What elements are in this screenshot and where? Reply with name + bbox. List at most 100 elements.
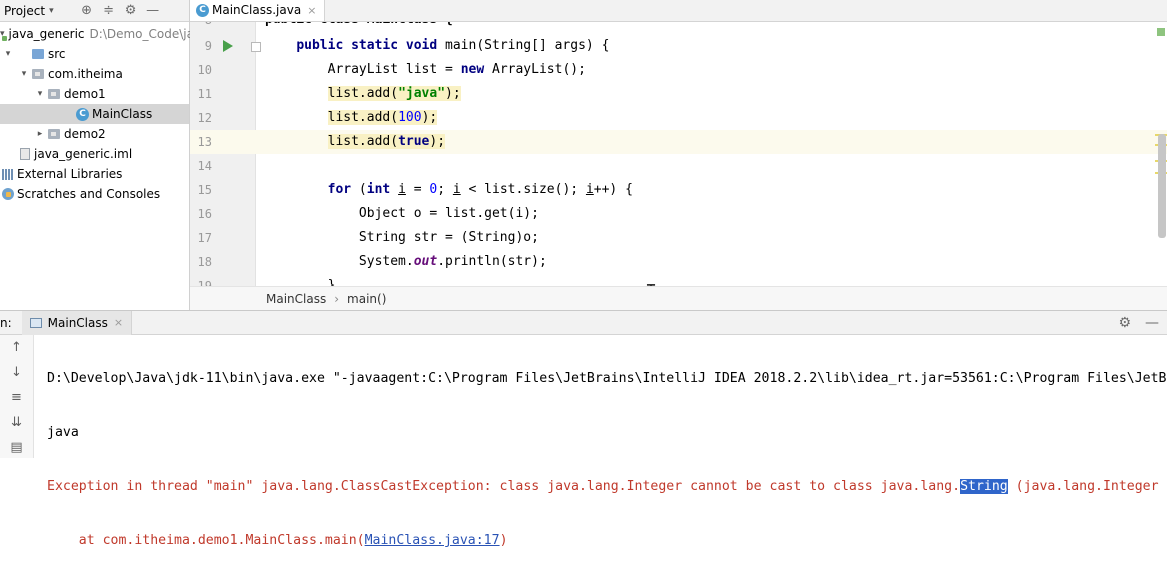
tree-item-label: java_generic.iml bbox=[34, 147, 133, 161]
code-line-17[interactable]: 17 String str = (String)o; bbox=[190, 226, 1167, 250]
run-panel: n: MainClass × ⚙ — ↑ ↓ ≡ ⇊ ▤ D:\Develop\… bbox=[0, 310, 1167, 548]
line-number: 12 bbox=[197, 111, 212, 125]
library-icon bbox=[2, 168, 14, 180]
run-config-icon bbox=[29, 317, 42, 328]
tree-item-label: demo1 bbox=[64, 87, 106, 101]
package-icon bbox=[48, 89, 60, 99]
tree-item-label: java_generic bbox=[8, 27, 85, 41]
up-arrow-icon[interactable]: ↑ bbox=[0, 335, 33, 360]
tree-item-label: src bbox=[48, 47, 66, 61]
code-line-14[interactable]: 14 bbox=[190, 154, 1167, 178]
code-line-13[interactable]: 13 list.add(true); bbox=[190, 130, 1167, 154]
run-panel-title: n: bbox=[0, 315, 12, 330]
tree-item-com-itheima[interactable]: ▾ com.itheima bbox=[0, 64, 189, 84]
run-tab-label: MainClass bbox=[47, 315, 108, 330]
gear-icon[interactable]: ⚙ bbox=[120, 3, 142, 18]
line-number: 18 bbox=[197, 255, 212, 269]
line-number: 19 bbox=[197, 279, 212, 286]
tab-label: MainClass.java bbox=[212, 3, 302, 17]
code-line-9[interactable]: 9 public static void main(String[] args)… bbox=[190, 34, 1167, 58]
run-panel-actions: ⚙ — bbox=[1104, 311, 1159, 335]
tree-item-scratches[interactable]: Scratches and Consoles bbox=[0, 184, 189, 204]
tree-item-label: Scratches and Consoles bbox=[17, 187, 161, 201]
tree-item-demo1[interactable]: ▾ demo1 bbox=[0, 84, 189, 104]
code-editor: C MainClass.java × 8 public class MainCl… bbox=[190, 0, 1167, 310]
run-panel-header: n: MainClass × ⚙ — bbox=[0, 310, 1167, 335]
tab-mainclass-java[interactable]: C MainClass.java × bbox=[190, 0, 326, 21]
code-text: list.add(100); bbox=[327, 110, 438, 125]
package-icon bbox=[48, 129, 60, 139]
iml-file-icon bbox=[20, 148, 30, 160]
fold-icon[interactable] bbox=[251, 42, 261, 52]
package-icon bbox=[32, 69, 44, 79]
chevron-down-icon[interactable]: ▾ bbox=[49, 6, 54, 16]
console-output-line: java bbox=[47, 425, 79, 440]
console-output[interactable]: D:\Develop\Java\jdk-11\bin\java.exe "-ja… bbox=[47, 337, 1167, 583]
tree-item-src[interactable]: ▾ src bbox=[0, 44, 189, 64]
close-icon[interactable]: × bbox=[114, 316, 123, 329]
close-icon[interactable]: × bbox=[307, 4, 316, 17]
run-toolbar: ↑ ↓ ≡ ⇊ ▤ bbox=[0, 335, 34, 458]
line-number: 16 bbox=[197, 207, 212, 221]
tree-item-mainclass[interactable]: C MainClass bbox=[0, 104, 189, 124]
code-line-16[interactable]: 16 Object o = list.get(i); bbox=[190, 202, 1167, 226]
hide-panel-icon[interactable]: — bbox=[1145, 315, 1159, 331]
tree-item-label: MainClass bbox=[92, 107, 153, 121]
tree-item-label: demo2 bbox=[64, 127, 106, 141]
tree-item-label: com.itheima bbox=[48, 67, 123, 81]
breadcrumb: MainClass › main() bbox=[190, 286, 1167, 310]
java-class-icon: C bbox=[196, 3, 209, 17]
scratches-icon bbox=[2, 188, 14, 200]
editor-scrollbar[interactable] bbox=[1158, 134, 1166, 238]
code-line-12[interactable]: 12 list.add(100); bbox=[190, 106, 1167, 130]
line-number: 10 bbox=[197, 63, 212, 77]
collapse-all-icon[interactable]: ≑ bbox=[98, 3, 120, 18]
tree-item-iml[interactable]: java_generic.iml bbox=[0, 144, 189, 164]
chevron-down-icon[interactable]: ▾ bbox=[0, 49, 16, 59]
code-text: Object o = list.get(i); bbox=[358, 206, 539, 221]
code-line-11[interactable]: 11 list.add("java"); bbox=[190, 82, 1167, 106]
console-command-line: D:\Develop\Java\jdk-11\bin\java.exe "-ja… bbox=[47, 371, 1167, 386]
code-text: list.add("java"); bbox=[327, 86, 461, 101]
locate-icon[interactable]: ⊕ bbox=[76, 3, 98, 18]
project-view-selector[interactable]: Project bbox=[4, 4, 45, 18]
code-line-10[interactable]: 10 ArrayList list = new ArrayList(); bbox=[190, 58, 1167, 82]
source-folder-icon bbox=[32, 49, 44, 59]
chevron-down-icon[interactable]: ▾ bbox=[32, 89, 48, 99]
project-panel-header: Project ▾ ⊕ ≑ ⚙ — bbox=[0, 0, 189, 22]
code-line-8[interactable]: 8 public class MainClass { bbox=[190, 22, 1167, 32]
chevron-right-icon: › bbox=[334, 291, 340, 306]
code-line-18[interactable]: 18 System.out.println(str); bbox=[190, 250, 1167, 274]
stacktrace-link[interactable]: MainClass.java:17 bbox=[365, 533, 500, 548]
scroll-to-end-icon[interactable]: ⇊ bbox=[0, 410, 33, 435]
chevron-right-icon[interactable]: ▸ bbox=[32, 129, 48, 139]
tree-item-label: External Libraries bbox=[17, 167, 123, 181]
console-exception-line: Exception in thread "main" java.lang.Cla… bbox=[47, 479, 1167, 494]
java-class-icon: C bbox=[76, 107, 89, 121]
code-line-15[interactable]: 15 for (int i = 0; i < list.size(); i++)… bbox=[190, 178, 1167, 202]
code-area[interactable]: 8 public class MainClass { 9 public stat… bbox=[190, 22, 1167, 286]
console-stack-line: at com.itheima.demo1.MainClass.main(Main… bbox=[47, 533, 508, 548]
tree-item-external-libraries[interactable]: External Libraries bbox=[0, 164, 189, 184]
code-line-19[interactable]: 19 } bbox=[190, 274, 1167, 286]
line-number: 11 bbox=[197, 87, 212, 101]
soft-wrap-icon[interactable]: ≡ bbox=[0, 385, 33, 410]
line-number: 17 bbox=[197, 231, 212, 245]
print-icon[interactable]: ▤ bbox=[0, 435, 33, 460]
gear-icon[interactable]: ⚙ bbox=[1118, 315, 1131, 331]
run-icon[interactable] bbox=[223, 40, 233, 52]
project-panel: Project ▾ ⊕ ≑ ⚙ — ▾ java_generic D:\Demo… bbox=[0, 0, 194, 310]
breadcrumb-class[interactable]: MainClass bbox=[266, 292, 326, 306]
inspection-status-icon[interactable] bbox=[1157, 28, 1165, 36]
editor-tab-bar: C MainClass.java × bbox=[190, 0, 1167, 22]
breadcrumb-method[interactable]: main() bbox=[347, 292, 386, 306]
tab-run-mainclass[interactable]: MainClass × bbox=[21, 310, 133, 335]
line-number: 8 bbox=[190, 22, 212, 32]
tree-item-java-generic[interactable]: ▾ java_generic D:\Demo_Code\ja bbox=[0, 24, 194, 44]
chevron-down-icon[interactable]: ▾ bbox=[16, 69, 32, 79]
tree-item-demo2[interactable]: ▸ demo2 bbox=[0, 124, 189, 144]
hide-panel-icon[interactable]: — bbox=[142, 3, 164, 18]
down-arrow-icon[interactable]: ↓ bbox=[0, 360, 33, 385]
code-text: public static void main(String[] args) { bbox=[296, 38, 610, 53]
code-text: public class MainClass { bbox=[265, 22, 453, 32]
